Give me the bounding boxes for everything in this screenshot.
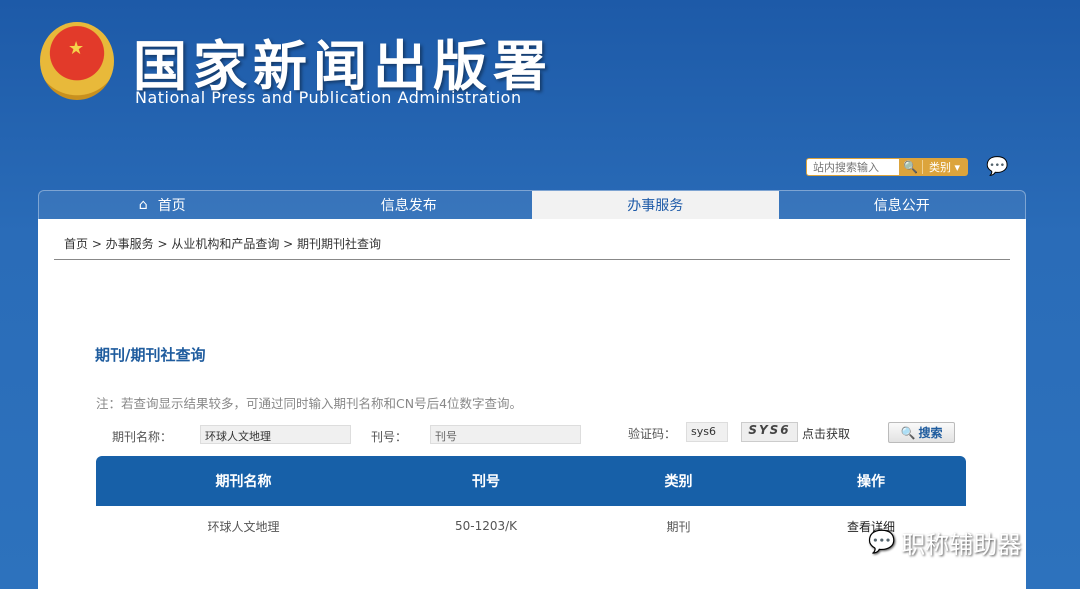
cell-cn: 50-1203/K bbox=[454, 519, 518, 533]
watermark-text: 职称辅助器 bbox=[901, 531, 1022, 559]
watermark: 💬 职称辅助器 bbox=[868, 525, 1021, 560]
nav-info-release[interactable]: 信息发布 bbox=[286, 191, 533, 219]
search-button-label: 搜索 bbox=[918, 426, 943, 440]
cn-label: 刊号： bbox=[371, 430, 408, 444]
home-icon: ⌂ bbox=[138, 197, 148, 213]
captcha-image[interactable]: SYS6 bbox=[741, 422, 798, 442]
site-subtitle: National Press and Publication Administr… bbox=[135, 88, 522, 107]
nav-services[interactable]: 办事服务 bbox=[532, 191, 779, 219]
divider bbox=[54, 259, 1010, 260]
breadcrumb[interactable]: 首页 > 办事服务 > 从业机构和产品查询 > 期刊期刊社查询 bbox=[64, 235, 381, 252]
search-icon[interactable]: 🔍 bbox=[903, 160, 923, 174]
journal-name-label: 期刊名称： bbox=[112, 430, 173, 444]
header-action: 操作 bbox=[857, 474, 885, 490]
national-emblem: ★ bbox=[40, 22, 114, 100]
captcha-refresh-link[interactable]: 点击获取 bbox=[802, 425, 850, 442]
header-type: 类别 bbox=[664, 474, 693, 490]
site-search-input[interactable] bbox=[807, 159, 899, 175]
cell-type: 期刊 bbox=[666, 519, 691, 534]
wechat-icon[interactable]: 💬 bbox=[986, 156, 1008, 177]
category-label: 类别 bbox=[929, 161, 951, 174]
captcha-label: 验证码： bbox=[628, 427, 677, 441]
table-header: 期刊名称 刊号 类别 操作 bbox=[96, 456, 966, 506]
header-cn: 刊号 bbox=[472, 474, 500, 490]
main-nav: ⌂ 首页 信息发布 办事服务 信息公开 bbox=[38, 190, 1026, 219]
header-name: 期刊名称 bbox=[215, 474, 272, 490]
wechat-icon: 💬 bbox=[868, 530, 896, 555]
search-icon: 🔍 bbox=[900, 425, 916, 440]
cn-input[interactable]: 刊号 bbox=[430, 425, 581, 444]
nav-home[interactable]: ⌂ 首页 bbox=[39, 191, 286, 219]
cell-name: 环球人文地理 bbox=[207, 519, 280, 534]
results-table: 期刊名称 刊号 类别 操作 环球人文地理 50-1203/K 期刊 查看详细 bbox=[96, 456, 966, 546]
category-dropdown[interactable]: 类别 ▾ bbox=[929, 159, 960, 175]
search-button[interactable]: 🔍 搜索 bbox=[888, 422, 955, 443]
journal-name-input[interactable]: 环球人文地理 bbox=[200, 425, 351, 444]
captcha-input[interactable]: sys6 bbox=[686, 422, 728, 442]
nav-label: 首页 bbox=[157, 198, 186, 214]
site-search: 🔍 类别 ▾ bbox=[806, 158, 968, 176]
table-row: 环球人文地理 50-1203/K 期刊 查看详细 bbox=[96, 506, 966, 546]
nav-info-public[interactable]: 信息公开 bbox=[779, 191, 1026, 219]
page-title: 期刊/期刊社查询 bbox=[95, 346, 206, 364]
query-note: 注：若查询显示结果较多，可通过同时输入期刊名称和CN号后4位数字查询。 bbox=[96, 396, 523, 411]
